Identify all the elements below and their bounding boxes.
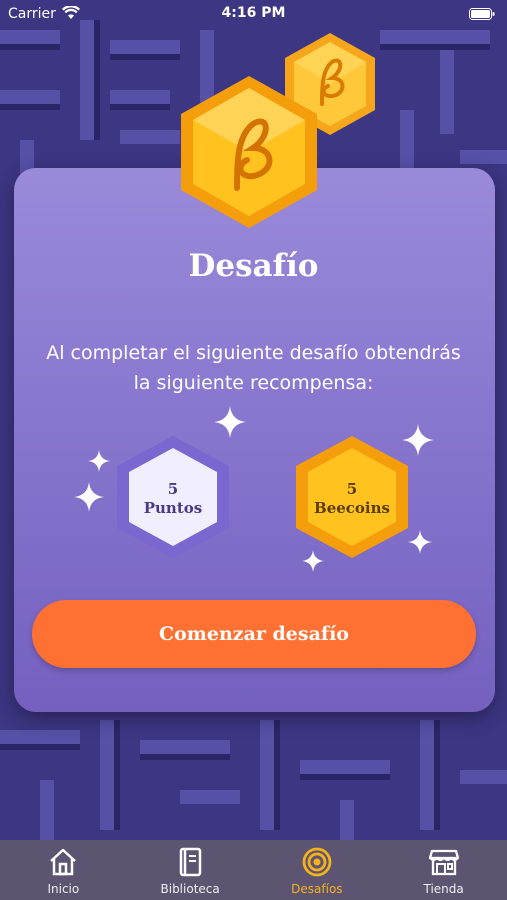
- book-icon: [179, 847, 202, 877]
- reward-points: 5 Puntos: [111, 432, 235, 562]
- home-icon: [50, 848, 77, 876]
- tab-label: Tienda: [423, 882, 464, 896]
- start-challenge-button[interactable]: Comenzar desafío: [32, 600, 476, 668]
- reward-beecoins: 5 Beecoins: [290, 432, 414, 562]
- challenge-description: Al completar el siguiente desafío obtend…: [46, 342, 461, 394]
- tab-label: Biblioteca: [160, 882, 220, 896]
- tab-label: Desafíos: [291, 882, 343, 896]
- sparkle-icon: [74, 482, 104, 512]
- tab-biblioteca[interactable]: Biblioteca: [127, 840, 254, 900]
- tab-label: Inicio: [47, 882, 80, 896]
- tab-tienda[interactable]: Tienda: [380, 840, 507, 900]
- status-time: 4:16 PM: [221, 5, 286, 21]
- sparkle-icon: [88, 450, 110, 472]
- tab-desafios[interactable]: Desafíos: [254, 840, 381, 900]
- target-icon: [302, 847, 332, 877]
- reward-beecoins-label: Beecoins: [314, 499, 390, 517]
- status-bar: Carrier 4:16 PM: [0, 0, 507, 28]
- tab-bar: Inicio Biblioteca Desafíos Tienda: [0, 840, 507, 900]
- store-icon: [428, 849, 459, 876]
- tab-inicio[interactable]: Inicio: [0, 840, 127, 900]
- reward-points-label: Puntos: [143, 499, 203, 517]
- challenge-title: Desafío: [188, 248, 319, 284]
- battery-icon: [469, 8, 495, 20]
- reward-beecoins-amount: 5: [346, 480, 358, 498]
- reward-points-amount: 5: [167, 480, 179, 498]
- beecoin-icon: [181, 76, 317, 228]
